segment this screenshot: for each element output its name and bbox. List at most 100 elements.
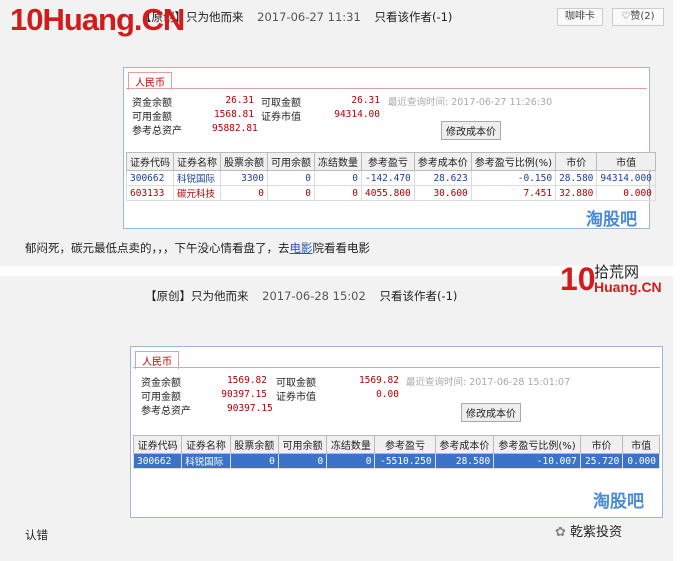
only-author-link[interactable]: 只看该作者(-1)	[379, 289, 457, 303]
market-value: 0.00	[376, 389, 399, 400]
taoguba-watermark: 淘股吧	[593, 492, 644, 511]
column-header[interactable]: 市价	[579, 435, 624, 454]
column-header[interactable]: 证券名称	[181, 435, 231, 454]
column-header[interactable]: 参考盈亏	[374, 435, 436, 454]
column-header[interactable]: 冻结数量	[326, 435, 376, 454]
cell-name: 碳元科技	[173, 185, 221, 201]
cell-market-value: 94314.000	[596, 170, 656, 186]
column-header[interactable]: 冻结数量	[314, 152, 362, 171]
cell-code: 300662	[126, 170, 174, 186]
column-header[interactable]: 参考成本价	[413, 152, 472, 171]
modify-cost-button[interactable]: 修改成本价	[441, 121, 501, 140]
column-header[interactable]: 证券代码	[132, 435, 183, 454]
cell-market-value: 0.000	[622, 453, 660, 469]
only-author-link[interactable]: 只看该作者(-1)	[374, 10, 452, 24]
cell-frozen: 0	[314, 170, 362, 186]
post-body-text: 郁闷死，碳元最低点卖的，，，下午没心情看盘了，去电影院看看电影	[25, 240, 370, 256]
balance-value: 1569.82	[226, 375, 267, 386]
table-row[interactable]: 300662 科锐国际 0 0 0 -5510.250 28.580 -10.0…	[132, 453, 660, 469]
cell-frozen: 0	[326, 453, 376, 469]
like-button[interactable]: ♡赞(2)	[612, 8, 664, 26]
post-body-text: 认错	[25, 528, 48, 542]
column-header[interactable]: 市价	[555, 152, 598, 171]
cell-pnl: 4055.800	[361, 185, 415, 201]
post-header: 【原创】只为他而来 2017-06-28 15:02 只看该作者(-1)	[145, 288, 457, 304]
post-time: 2017-06-27 11:31	[257, 10, 361, 24]
column-header[interactable]: 股票余额	[220, 152, 268, 171]
note-text-end: 院看看电影	[312, 241, 371, 255]
brand-name: 乾紫投资	[570, 525, 623, 540]
column-header[interactable]: 参考成本价	[434, 435, 495, 454]
logo-domain: Huang.CN	[594, 279, 662, 295]
cell-pnl-pct: -10.007	[493, 453, 581, 469]
cell-cost: 28.623	[413, 170, 472, 186]
column-header[interactable]: 市值	[622, 435, 660, 454]
market-value-label: 证券市值	[261, 112, 301, 123]
cell-pnl: -142.470	[361, 170, 415, 186]
cell-cost: 30.600	[413, 185, 472, 201]
column-header[interactable]: 参考盈亏比例(%)	[493, 435, 581, 454]
column-header[interactable]: 参考盈亏	[361, 152, 415, 171]
total-assets-value: 90397.15	[227, 403, 273, 414]
post-title: 【原创】只为他而来	[145, 289, 249, 303]
site-logo: 10Huang.CN	[10, 2, 185, 37]
column-header[interactable]: 可用余额	[277, 435, 328, 454]
market-value-label: 证券市值	[276, 392, 316, 403]
cell-available: 0	[277, 453, 328, 469]
cell-price: 32.880	[555, 185, 598, 201]
coffee-card-button[interactable]: 咖啡卡	[557, 8, 603, 26]
withdraw-value: 1569.82	[358, 375, 399, 386]
holdings-table: 证券代码 证券名称 股票余额 可用余额 冻结数量 参考盈亏 参考成本价 参考盈亏…	[126, 152, 656, 201]
balance-value: 26.31	[225, 95, 254, 106]
table-header-row: 证券代码 证券名称 股票余额 可用余额 冻结数量 参考盈亏 参考成本价 参考盈亏…	[126, 152, 656, 171]
account-panel: 人民币 资金余额 1569.82 可取金额 1569.82 最近查询时间: 20…	[130, 346, 663, 518]
table-header-row: 证券代码 证券名称 股票余额 可用余额 冻结数量 参考盈亏 参考成本价 参考盈亏…	[132, 435, 660, 454]
column-header[interactable]: 股票余额	[229, 435, 279, 454]
like-label: 赞(2)	[630, 11, 655, 22]
cell-pnl-pct: -0.150	[470, 170, 557, 186]
post-header: 【原创】只为他而来 2017-06-27 11:31 只看该作者(-1)	[140, 9, 452, 25]
query-time: 最近查询时间: 2017-06-27 11:26:30	[388, 97, 553, 108]
holdings-table: 证券代码 证券名称 股票余额 可用余额 冻结数量 参考盈亏 参考成本价 参考盈亏…	[132, 435, 660, 469]
note-text: 郁闷死，碳元最低点卖的，，，下午没心情看盘了，去	[25, 241, 290, 255]
wechat-icon: ✿	[555, 525, 566, 540]
column-header[interactable]: 证券名称	[173, 152, 221, 171]
cell-price: 28.580	[555, 170, 598, 186]
movie-link[interactable]: 电影	[290, 241, 313, 255]
available-value: 90397.15	[221, 389, 267, 400]
column-header[interactable]: 市值	[596, 152, 656, 171]
cell-pnl: -5510.250	[374, 453, 436, 469]
post-time: 2017-06-28 15:02	[262, 289, 366, 303]
cell-shares: 0	[220, 185, 268, 201]
cell-name: 科锐国际	[181, 453, 231, 469]
logo-ten: 10	[560, 261, 596, 297]
cell-name: 科锐国际	[173, 170, 221, 186]
post-1: 【原创】只为他而来 2017-06-27 11:31 只看该作者(-1) 咖啡卡…	[0, 0, 673, 266]
modify-cost-button[interactable]: 修改成本价	[461, 403, 521, 422]
account-panel: 人民币 资金余额 26.31 可取金额 26.31 最近查询时间: 2017-0…	[123, 67, 656, 229]
column-header[interactable]: 可用余额	[267, 152, 315, 171]
cell-code: 603133	[126, 185, 174, 201]
cell-pnl-pct: 7.451	[470, 185, 557, 201]
post-2: 【原创】只为他而来 2017-06-28 15:02 只看该作者(-1) 人民币…	[0, 276, 673, 561]
query-time: 最近查询时间: 2017-06-28 15:01:07	[406, 377, 571, 388]
cell-shares: 3300	[220, 170, 268, 186]
site-logo-secondary: 10 拾荒网 Huang.CN	[560, 261, 680, 301]
total-assets-label: 参考总资产	[132, 126, 182, 137]
table-row[interactable]: 603133 碳元科技 0 0 0 4055.800 30.600 7.451 …	[126, 185, 656, 201]
column-header[interactable]: 参考盈亏比例(%)	[470, 152, 557, 171]
cell-available: 0	[267, 170, 315, 186]
cell-code: 300662	[132, 453, 183, 469]
total-assets-value: 95882.81	[212, 123, 258, 134]
total-assets-label: 参考总资产	[141, 406, 191, 417]
column-header[interactable]: 证券代码	[126, 152, 174, 171]
available-value: 1568.81	[213, 109, 254, 120]
brand-footer: ✿ 乾紫投资	[555, 521, 622, 540]
cell-market-value: 0.000	[596, 185, 656, 201]
divider	[133, 367, 660, 368]
cell-cost: 28.580	[434, 453, 495, 469]
cell-frozen: 0	[314, 185, 362, 201]
cell-shares: 0	[229, 453, 279, 469]
cell-available: 0	[267, 185, 315, 201]
table-row[interactable]: 300662 科锐国际 3300 0 0 -142.470 28.623 -0.…	[126, 170, 656, 186]
